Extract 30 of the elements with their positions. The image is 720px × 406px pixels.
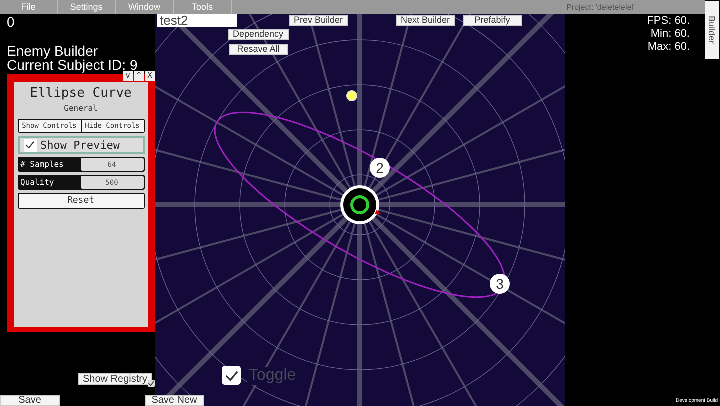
name-field[interactable]: test2 xyxy=(157,14,237,27)
save-new-button[interactable]: Save New xyxy=(145,395,204,406)
section-label: General xyxy=(64,104,98,113)
toggle-label: Show Preview xyxy=(40,138,120,152)
field-label: Quality xyxy=(20,177,56,189)
stat-text: Max: 60. xyxy=(647,41,690,54)
point-marker[interactable]: 3 xyxy=(490,274,510,294)
preview-toggle[interactable]: Show Preview xyxy=(18,136,144,154)
window-control-button[interactable]: v xyxy=(123,71,133,81)
window-control-button[interactable]: ^ xyxy=(134,71,144,81)
counter-text: 0 xyxy=(7,15,16,29)
reset-button[interactable]: Reset xyxy=(18,194,144,208)
builder-title: Enemy Builder xyxy=(7,44,100,58)
field-label: # Samples xyxy=(20,159,65,171)
next-builder-button[interactable]: Next Builder xyxy=(396,15,456,26)
stat-text: FPS: 60. xyxy=(647,15,690,28)
save-button[interactable]: Save xyxy=(0,395,60,406)
subject-id-text: Current Subject ID: 9 xyxy=(7,58,138,72)
toggle-label: Toggle xyxy=(247,366,298,384)
prev-builder-button[interactable]: Prev Builder xyxy=(289,15,348,26)
dependency-button[interactable]: Dependency xyxy=(228,29,289,40)
point-marker[interactable]: 2 xyxy=(370,158,390,178)
panel-title: Ellipse Curve xyxy=(30,86,132,101)
prefabify-button[interactable]: Prefabify xyxy=(463,15,522,26)
project-label: Project: 'deletelelel' xyxy=(566,2,635,12)
side-tab[interactable]: Builder xyxy=(705,1,719,59)
window-control-button[interactable]: X xyxy=(145,71,155,81)
resave-all-button[interactable]: Resave All xyxy=(229,44,288,55)
stat-text: Min: 60. xyxy=(650,28,690,41)
show-registry-button[interactable]: Show Registry xyxy=(78,373,152,385)
